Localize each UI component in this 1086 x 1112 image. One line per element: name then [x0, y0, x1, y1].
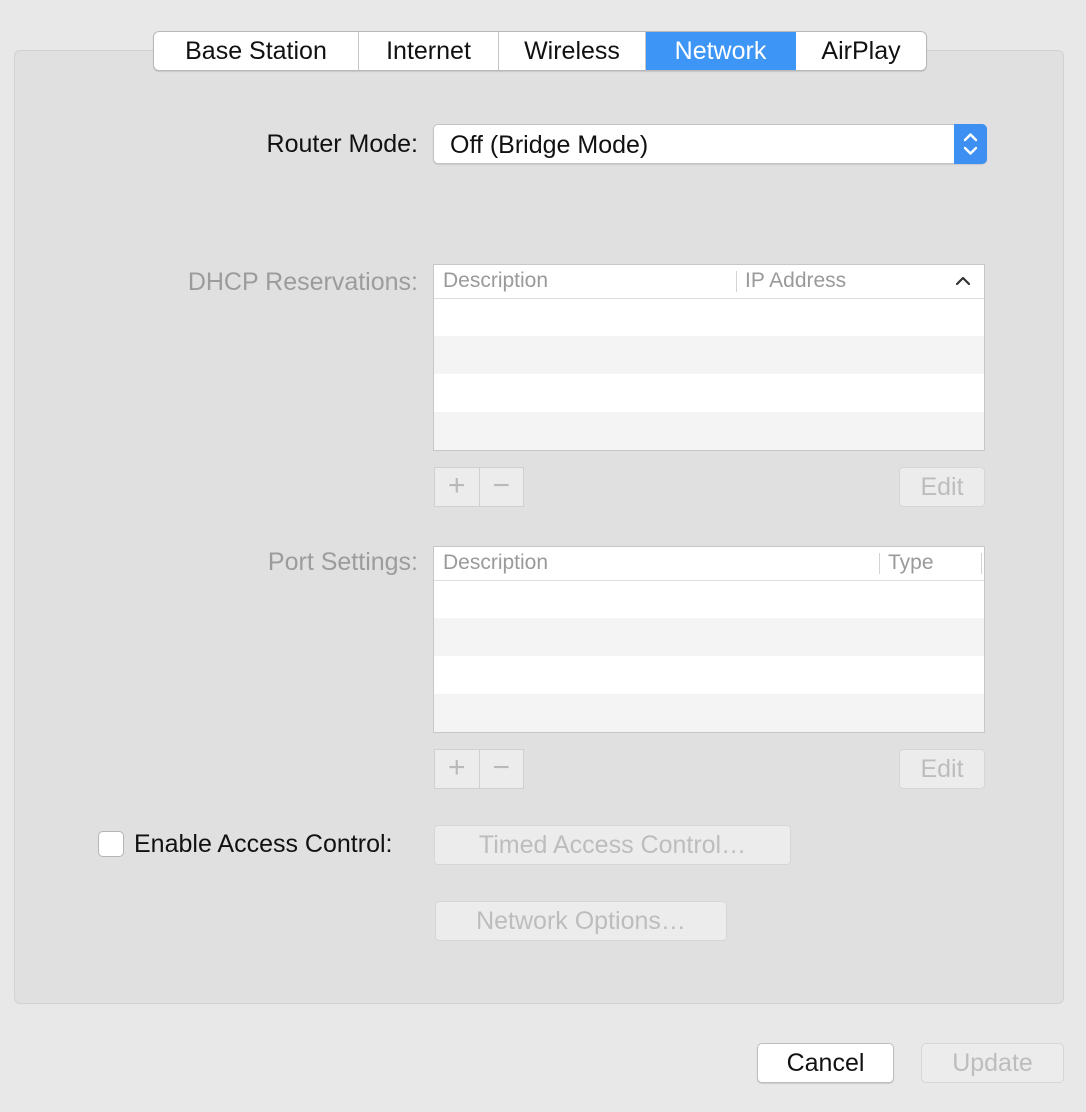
column-divider [879, 553, 880, 574]
port-edit-button[interactable]: Edit [899, 749, 985, 789]
table-row [434, 336, 984, 374]
table-row [434, 694, 984, 732]
table-header: Description Type [434, 547, 984, 581]
tab-network[interactable]: Network [646, 32, 796, 70]
port-remove-button[interactable]: − [480, 750, 524, 788]
tab-bar: Base Station Internet Wireless Network A… [153, 31, 927, 71]
table-row [434, 618, 984, 656]
column-header-description[interactable]: Description [443, 551, 548, 575]
timed-access-control-button[interactable]: Timed Access Control… [434, 825, 791, 865]
port-settings-label: Port Settings: [267, 548, 418, 576]
sort-ascending-icon [954, 274, 972, 293]
chevron-updown-icon [954, 124, 987, 164]
dhcp-add-remove-buttons: + − [434, 467, 524, 507]
tab-airplay[interactable]: AirPlay [796, 32, 926, 70]
column-header-type[interactable]: Type [888, 551, 934, 575]
table-row [434, 374, 984, 412]
table-header: Description IP Address [434, 265, 984, 299]
dhcp-edit-button[interactable]: Edit [899, 467, 985, 507]
column-divider [736, 271, 737, 292]
router-mode-select[interactable]: Off (Bridge Mode) [433, 124, 987, 164]
dhcp-remove-button[interactable]: − [480, 468, 524, 506]
tab-internet[interactable]: Internet [359, 32, 499, 70]
router-mode-value: Off (Bridge Mode) [450, 131, 649, 159]
network-options-button[interactable]: Network Options… [435, 901, 727, 941]
router-mode-label: Router Mode: [266, 130, 418, 158]
port-settings-table[interactable]: Description Type [433, 546, 985, 733]
column-header-ip-address[interactable]: IP Address [745, 269, 846, 293]
table-row [434, 412, 984, 450]
dhcp-reservations-table[interactable]: Description IP Address [433, 264, 985, 451]
tab-wireless[interactable]: Wireless [499, 32, 646, 70]
dhcp-add-button[interactable]: + [435, 468, 480, 506]
table-row [434, 580, 984, 618]
update-button[interactable]: Update [921, 1043, 1064, 1083]
column-header-description[interactable]: Description [443, 269, 548, 293]
port-add-remove-buttons: + − [434, 749, 524, 789]
table-row [434, 656, 984, 694]
table-row [434, 298, 984, 336]
enable-access-control-checkbox[interactable] [98, 831, 124, 857]
port-add-button[interactable]: + [435, 750, 480, 788]
tab-base-station[interactable]: Base Station [154, 32, 359, 70]
enable-access-control-label: Enable Access Control: [134, 830, 393, 858]
cancel-button[interactable]: Cancel [757, 1043, 894, 1083]
dhcp-reservations-label: DHCP Reservations: [187, 268, 418, 296]
column-divider [981, 553, 982, 574]
